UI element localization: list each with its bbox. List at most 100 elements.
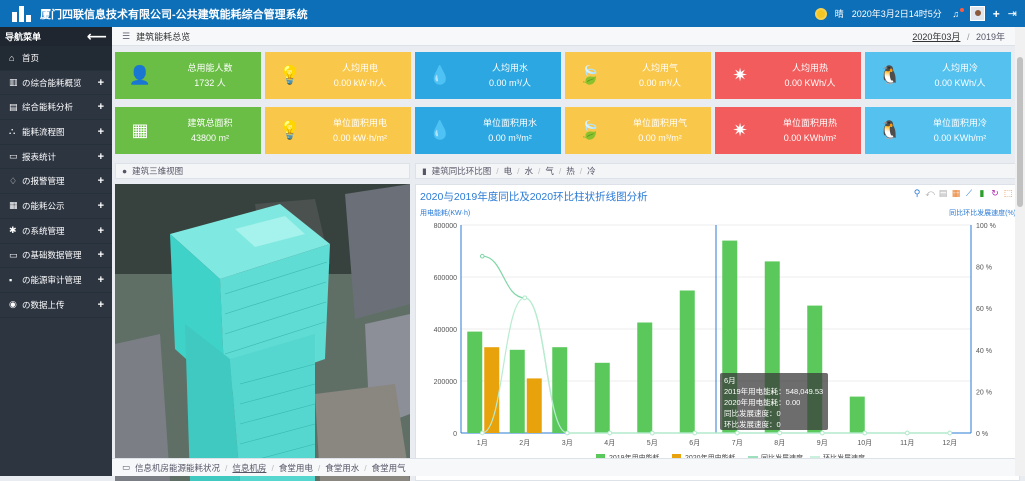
x-tick-label: 1月	[477, 439, 488, 447]
tooltip-line: 2020年用电能耗：0.00	[724, 397, 800, 407]
bottom-tab-canteen-water[interactable]: 食堂用水	[325, 462, 359, 474]
y2-tick-label: 60 %	[976, 306, 992, 313]
y-axis-label: 用电能耗(KW·h)	[420, 208, 470, 217]
point-环比发展速度	[564, 430, 570, 436]
weather-sun-icon	[814, 7, 827, 20]
bottom-tab-canteen-gas[interactable]: 食堂用气	[372, 462, 406, 474]
card-label: 人均用热	[791, 62, 828, 73]
card-label: 人均用气	[641, 62, 678, 73]
sidebar-item-label: の能耗公示	[22, 200, 65, 211]
date-separator: /	[966, 31, 970, 42]
tab-electric[interactable]: 电	[504, 165, 513, 177]
sidebar-item-5[interactable]: ♢ の报警管理 +	[0, 169, 112, 195]
bar-2019年用电能耗	[467, 331, 483, 433]
y2-tick-label: 80 %	[976, 265, 992, 272]
expand-plus-icon[interactable]: +	[98, 225, 104, 237]
refresh-icon[interactable]: ↻	[990, 188, 1000, 198]
y-tick-label: 200000	[434, 379, 457, 386]
bell-icon: ♢	[9, 175, 18, 186]
drop-icon: 💧	[428, 65, 452, 85]
bar-2019年用电能耗	[594, 362, 610, 433]
sidebar-item-label: の报警管理	[22, 176, 65, 187]
card-icon: ▭	[9, 249, 18, 260]
home-icon: ⌂	[9, 52, 15, 63]
x-tick-label: 10月	[857, 439, 872, 447]
card-value: 0.00 kW·h/人	[333, 77, 387, 88]
sidebar-item-9[interactable]: ▪ の能源审计管理 +	[0, 268, 112, 293]
card-value: 0.00 m³/人	[638, 77, 681, 88]
expand-plus-icon[interactable]: +	[98, 175, 104, 187]
point-环比发展速度	[692, 430, 698, 436]
expand-plus-icon[interactable]: +	[98, 274, 104, 286]
tab-cold[interactable]: 冷	[587, 165, 596, 177]
bar-chart-icon: ▮	[422, 165, 427, 176]
sidebar-item-4[interactable]: ▭ 报表统计 +	[0, 145, 112, 170]
sidebar-item-6[interactable]: ▦ の能耗公示 +	[0, 194, 112, 219]
sidebar-item-7[interactable]: ✱ の系统管理 +	[0, 219, 112, 244]
stat-card: 🐧 单位面积用冷 0.00 KWh/m²	[865, 107, 1011, 154]
sidebar-title: 导航菜单	[5, 32, 42, 42]
point-环比发展速度	[479, 430, 485, 436]
month-link[interactable]: 2020年03月	[912, 32, 960, 42]
sidebar-item-label: の系统管理	[22, 225, 65, 236]
add-icon[interactable]: +	[993, 7, 1000, 21]
bar-chart-toggle-icon[interactable]: ▮	[977, 188, 987, 198]
notification-bell-icon[interactable]: ♫	[950, 7, 964, 19]
user-avatar[interactable]	[969, 6, 985, 21]
sidebar-item-3[interactable]: ⛬ 能耗流程图 +	[0, 120, 112, 145]
building-3d-view[interactable]	[115, 184, 410, 481]
point-环比发展速度	[522, 295, 528, 301]
card-label: 人均用电	[341, 62, 378, 73]
chart-toolbox: ⚲ ⤺ ▤ ▦ ⟋ ▮ ↻ ⬚	[912, 188, 1013, 198]
year-label[interactable]: 2019年	[976, 32, 1005, 42]
y-tick-label: 600000	[434, 275, 457, 282]
card-value: 0.00 m³/m²	[638, 132, 682, 143]
save-image-icon[interactable]: ⬚	[1003, 188, 1013, 198]
expand-plus-icon[interactable]: +	[98, 101, 104, 113]
stat-card: 🐧 人均用冷 0.00 KWh/人	[865, 52, 1011, 99]
logout-icon[interactable]: ⇥	[1008, 7, 1017, 20]
sidebar-item-0[interactable]: ⌂ 首页	[0, 46, 112, 71]
stat-card: 💧 单位面积用水 0.00 m³/m²	[415, 107, 561, 154]
stat-card: 🍃 人均用气 0.00 m³/人	[565, 52, 711, 99]
card-label: 单位面积用冷	[932, 117, 987, 128]
expand-plus-icon[interactable]: +	[98, 126, 104, 138]
scrollbar-thumb[interactable]	[1017, 57, 1023, 207]
expand-plus-icon[interactable]: +	[98, 249, 104, 261]
expand-plus-icon[interactable]: +	[98, 299, 104, 311]
sidebar-item-10[interactable]: ◉ の数据上传 +	[0, 293, 112, 318]
tab-water[interactable]: 水	[524, 165, 533, 177]
logo-icon	[10, 4, 34, 24]
sidebar-item-1[interactable]: ▥ の综合能耗概览 +	[0, 71, 112, 96]
x-tick-label: 4月	[604, 439, 615, 447]
leaf-icon: 🍃	[578, 65, 602, 85]
briefcase-icon: ▪	[9, 275, 13, 286]
x-tick-label: 8月	[774, 439, 785, 447]
expand-plus-icon[interactable]: +	[98, 151, 104, 163]
page-scrollbar[interactable]	[1015, 27, 1025, 476]
chart-panel-title: 建筑同比环比图	[431, 166, 492, 176]
table-icon[interactable]: ▦	[951, 188, 961, 198]
bottom-tab-server-room[interactable]: 信息机房	[232, 462, 266, 474]
main-content: ☰ 建筑能耗总览 2020年03月 / 2019年 👤 总用能人数 1732 人…	[112, 27, 1020, 481]
y2-axis-label: 同比环比发展速度(%)	[949, 208, 1016, 217]
bottom-tab-canteen-power[interactable]: 食堂用电	[279, 462, 313, 474]
zoom-icon[interactable]: ⚲	[912, 188, 922, 198]
data-view-icon[interactable]: ▤	[938, 188, 948, 198]
view3d-title: 建筑三维视图	[132, 166, 184, 176]
sidebar-item-label: 能耗流程图	[22, 126, 65, 137]
penguin-icon: 🐧	[878, 120, 902, 140]
sidebar-item-label: 报表统计	[22, 151, 57, 162]
expand-plus-icon[interactable]: +	[98, 77, 104, 89]
collapse-arrow-icon[interactable]: ⟵	[87, 28, 107, 45]
zoom-reset-icon[interactable]: ⤺	[925, 188, 935, 198]
sidebar-item-2[interactable]: ▤ 综合能耗分析 +	[0, 95, 112, 121]
bar-2019年用电能耗	[679, 290, 695, 433]
line-chart-icon[interactable]: ⟋	[964, 188, 974, 198]
card-label: 单位面积用电	[332, 117, 387, 128]
tab-heat[interactable]: 热	[566, 165, 575, 177]
sidebar-item-label: 综合能耗分析	[22, 102, 74, 113]
tab-gas[interactable]: 气	[545, 165, 554, 177]
expand-plus-icon[interactable]: +	[98, 200, 104, 212]
sidebar-item-8[interactable]: ▭ の基础数据管理 +	[0, 244, 112, 269]
